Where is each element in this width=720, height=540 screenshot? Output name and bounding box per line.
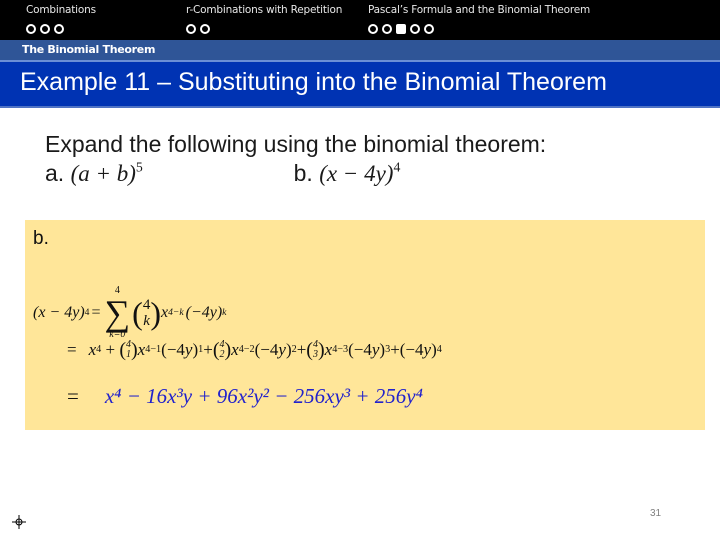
- nav-dots-r-combinations: [186, 24, 210, 34]
- lhs-expression: (x − 4y): [33, 304, 85, 321]
- binomial-coefficient: ( 4k ): [132, 295, 161, 331]
- slide-dot-current[interactable]: [396, 24, 406, 34]
- result-line: = x⁴ − 16x³y + 96x²y² − 256xy³ + 256y⁴: [67, 384, 423, 408]
- nav-section-pascals-formula[interactable]: Pascal’s Formula and the Binomial Theore…: [368, 4, 590, 16]
- nav-section-r-combinations[interactable]: r-Combinations with Repetition: [186, 4, 342, 16]
- nav-dots-combinations: [26, 24, 64, 34]
- part-a-exponent: 5: [135, 159, 143, 175]
- solution-label: b.: [33, 228, 49, 249]
- slide-dot[interactable]: [368, 24, 378, 34]
- sigma-symbol: ∑: [104, 293, 131, 333]
- slide-dot[interactable]: [186, 24, 196, 34]
- section-navigation-bar: Combinations r-Combinations with Repetit…: [0, 0, 720, 40]
- slide-dot[interactable]: [424, 24, 434, 34]
- page-number: 31: [650, 508, 662, 519]
- binom-bottom: k: [143, 313, 150, 329]
- part-a-expression: (a + b): [70, 161, 136, 186]
- subsection-title: The Binomial Theorem: [22, 43, 156, 56]
- prompt-text: Expand the following using the binomial …: [45, 131, 547, 157]
- solution-box: b. (x − 4y) 4 = 4 ∑ k=0 ( 4k ) x 4−k (−4y)…: [25, 220, 705, 430]
- term-base: x: [160, 304, 169, 321]
- binomial-sum-formula: (x − 4y) 4 = 4 ∑ k=0 ( 4k ) x 4−k (−4y) k: [33, 285, 227, 340]
- crosshair-icon[interactable]: [12, 515, 26, 529]
- slide-title: Example 11 – Substituting into the Binom…: [20, 68, 607, 96]
- part-b-label: b.: [293, 160, 313, 186]
- slide-dot[interactable]: [26, 24, 36, 34]
- final-result: x⁴ − 16x³y + 96x²y² − 256xy³ + 256y⁴: [104, 384, 423, 408]
- slide-dot[interactable]: [382, 24, 392, 34]
- equals-sign: =: [91, 304, 101, 321]
- title-bar: Example 11 – Substituting into the Binom…: [0, 62, 720, 108]
- problem-statement: Expand the following using the binomial …: [45, 130, 546, 188]
- part-b-exponent: 4: [393, 159, 401, 175]
- part-b-expression: (x − 4y): [319, 161, 394, 186]
- part-a-label: a.: [45, 160, 65, 186]
- expansion-line: = x4 + (4 1) x 4−1 (−4 y) 1 + (4 2) x 4−2 (−4 y) 2 +…: [67, 339, 442, 361]
- slide-dot[interactable]: [200, 24, 210, 34]
- problem-parts: a. (a + b)5 b. (x − 4y)4: [45, 159, 546, 188]
- nav-section-combinations[interactable]: Combinations: [26, 4, 96, 16]
- factor: (−4y): [185, 304, 223, 321]
- subsection-bar: The Binomial Theorem: [0, 40, 720, 62]
- slide-dot[interactable]: [54, 24, 64, 34]
- nav-dots-pascals-formula: [368, 24, 434, 34]
- slide-dot[interactable]: [410, 24, 420, 34]
- slide-dot[interactable]: [40, 24, 50, 34]
- summation: 4 ∑ k=0: [104, 286, 130, 340]
- binom-top: 4: [142, 297, 151, 313]
